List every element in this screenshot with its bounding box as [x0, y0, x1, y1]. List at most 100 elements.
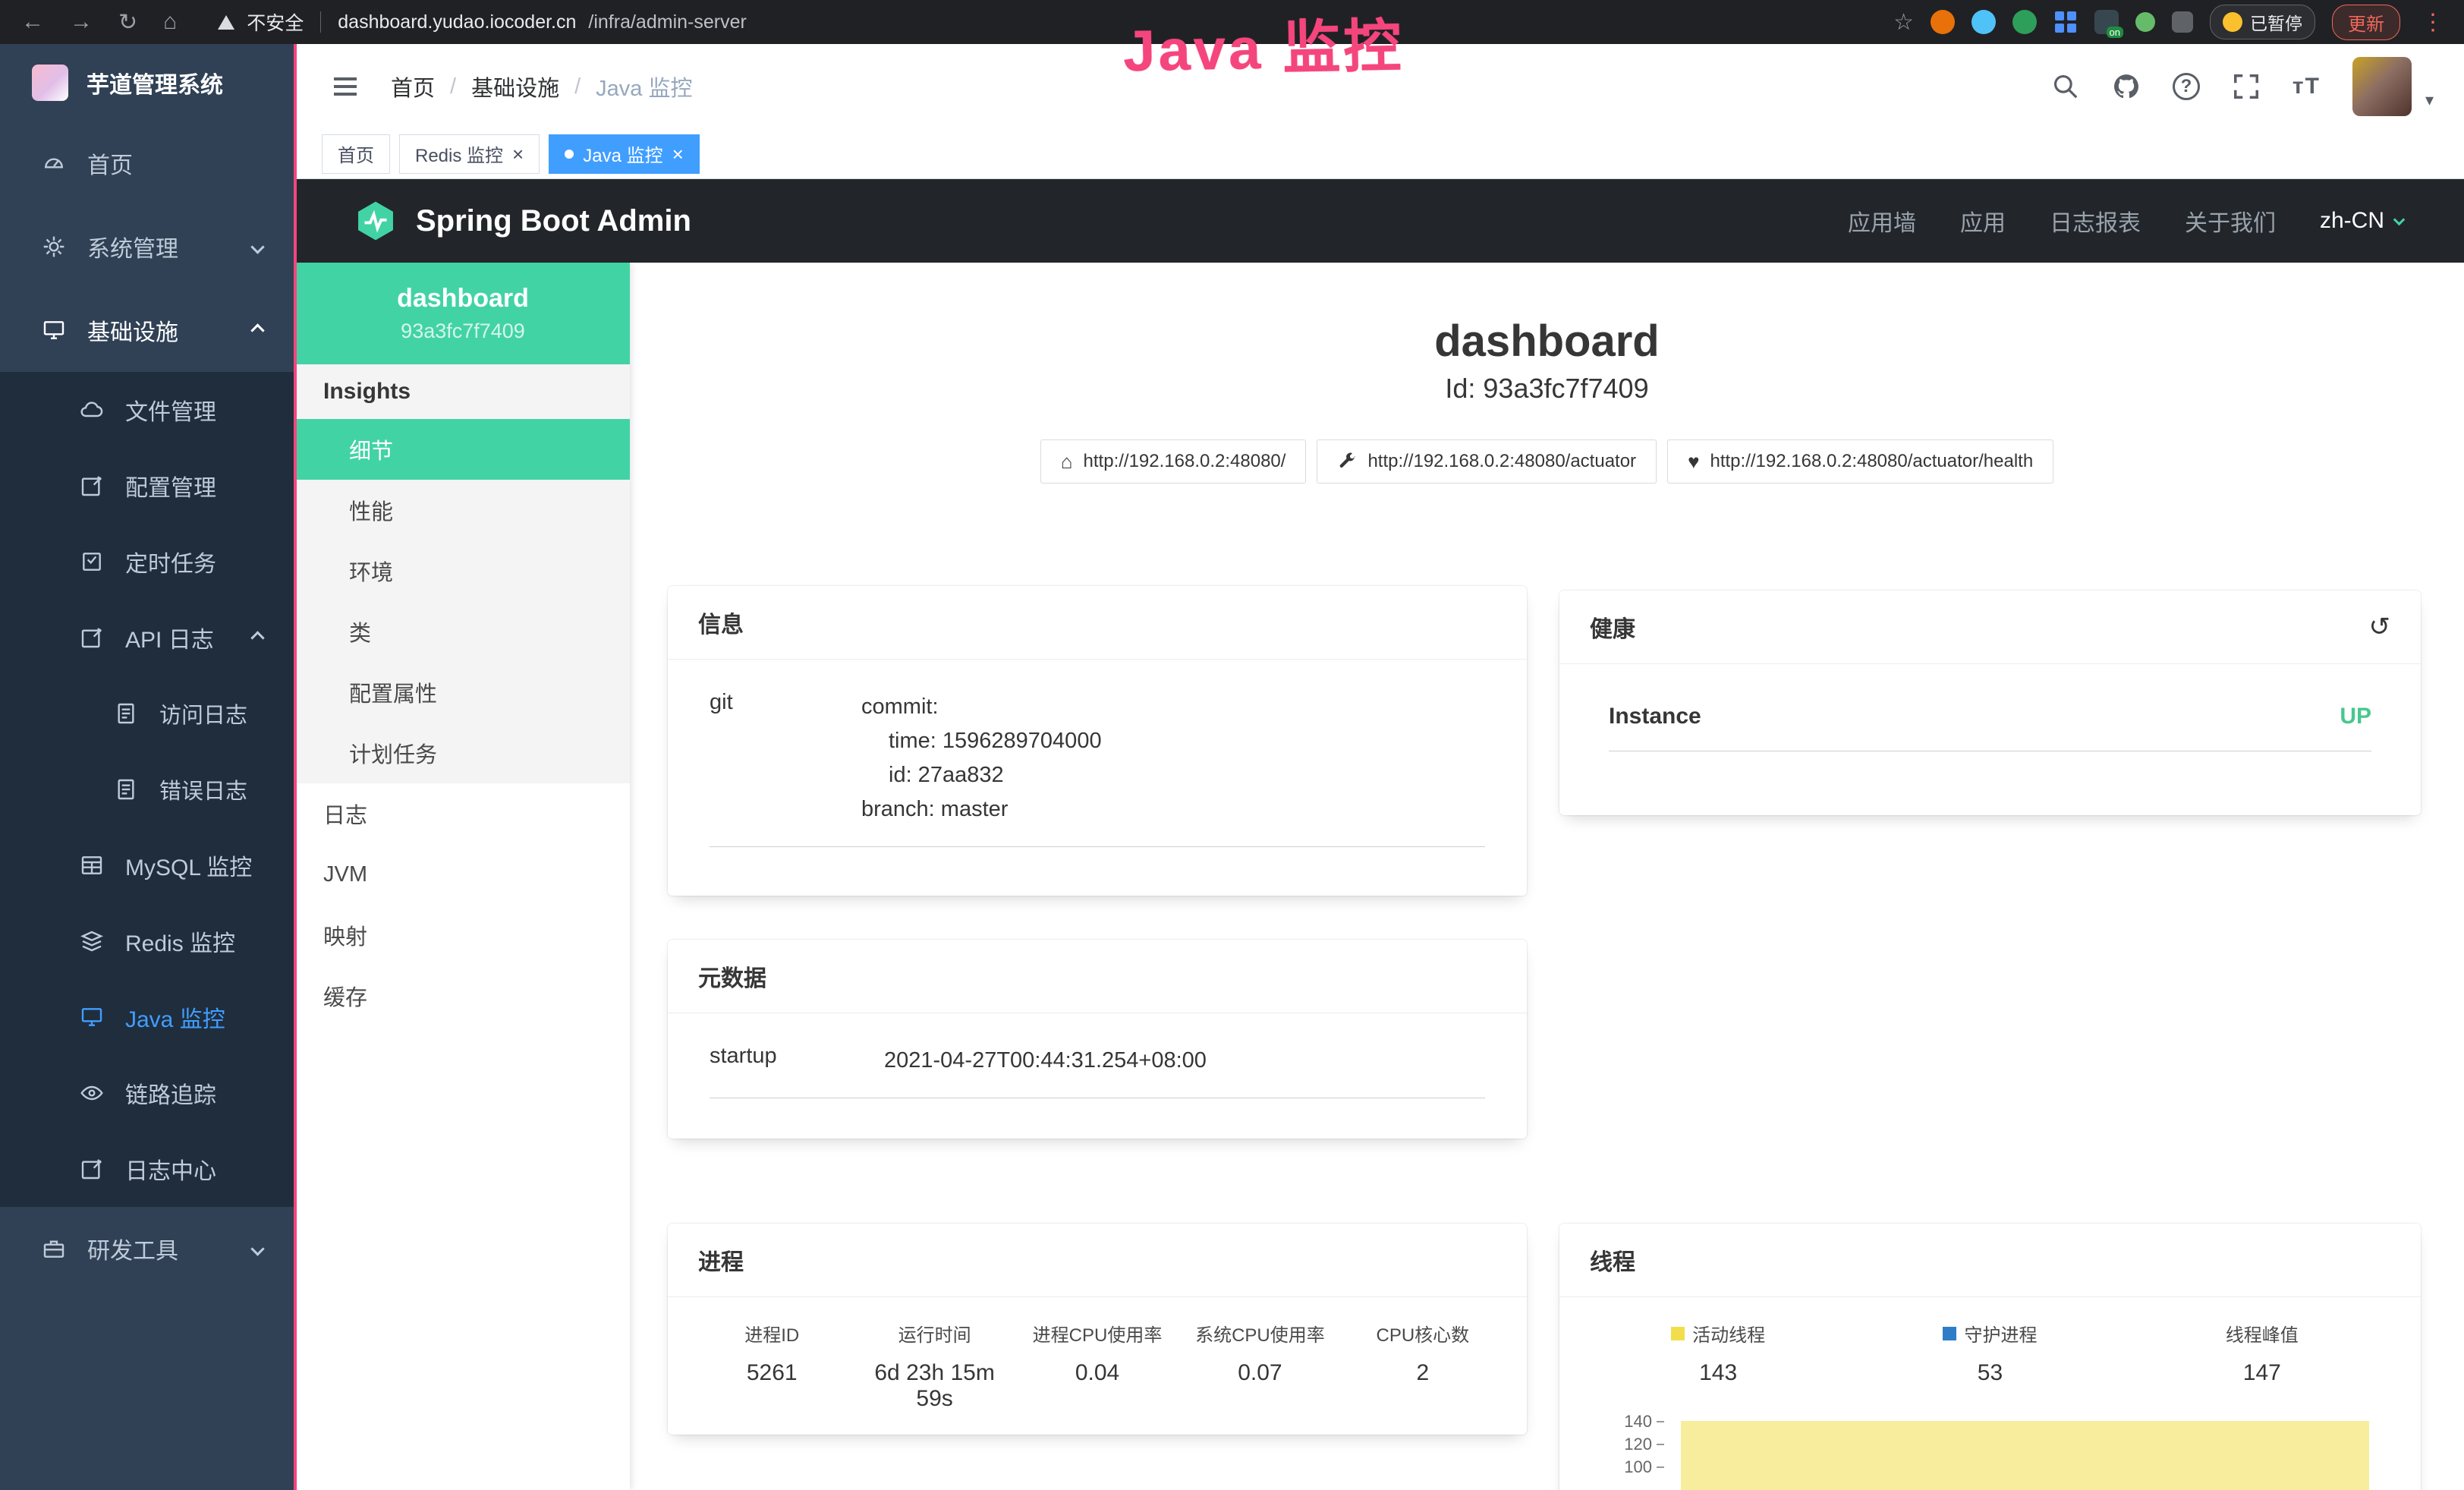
hamburger-icon[interactable] [330, 71, 360, 102]
help-glyph: ? [2181, 76, 2192, 97]
breadcrumb: 首页 / 基础设施 / Java 监控 [391, 71, 692, 102]
sba-item-classes[interactable]: 类 [296, 601, 630, 662]
sba-locale-select[interactable]: zh-CN [2320, 208, 2403, 234]
edit-icon [80, 474, 104, 498]
tab-java[interactable]: Java 监控 × [549, 134, 700, 174]
sba-item-label: 计划任务 [349, 737, 437, 769]
actuator-url-link[interactable]: http://192.168.0.2:48080/actuator [1317, 439, 1657, 484]
sidebar-item-system[interactable]: 系统管理 [0, 205, 296, 288]
card-title: 进程 [698, 1243, 744, 1277]
browser-home-icon[interactable]: ⌂ [163, 9, 177, 35]
sba-instance-block[interactable]: dashboard 93a3fc7f7409 [296, 263, 630, 364]
instance-name: dashboard [397, 284, 529, 313]
health-instance-row[interactable]: Instance UP [1609, 704, 2371, 751]
search-icon[interactable] [2051, 72, 2080, 101]
health-url-link[interactable]: ♥ http://192.168.0.2:48080/actuator/heal… [1667, 439, 2053, 484]
sba-item-metrics[interactable]: 性能 [296, 480, 630, 540]
sidebar-item-redis[interactable]: Redis 监控 [0, 903, 296, 979]
sba-item-mappings[interactable]: 映射 [296, 905, 630, 966]
address-bar[interactable]: 不安全 dashboard.yudao.iocoder.cn/infra/adm… [218, 8, 747, 36]
security-warning-icon [218, 15, 234, 30]
process-col-uptime: 运行时间 6d 23h 15m 59s [853, 1320, 1015, 1412]
sidebar-item-devtools[interactable]: 研发工具 [0, 1207, 296, 1290]
sba-brand-title[interactable]: Spring Boot Admin [416, 204, 691, 238]
browser-back-icon[interactable]: ← [21, 9, 44, 35]
sba-item-label: 缓存 [323, 980, 367, 1012]
sba-item-details[interactable]: 细节 [296, 419, 630, 480]
sidebar-item-label: 链路追踪 [125, 1076, 216, 1110]
health-card: 健康 ↺ Instance UP [1559, 591, 2421, 815]
tab-label: 首页 [338, 140, 374, 167]
extension-icon-on-switch[interactable]: on [2094, 10, 2119, 34]
extension-icon-green-circle[interactable] [2012, 10, 2037, 34]
doc-icon [114, 777, 138, 802]
threads-col-live: 活动线程 143 [1582, 1320, 1854, 1386]
extensions-puzzle-icon[interactable] [2172, 11, 2193, 33]
log-edit-icon [80, 625, 104, 650]
help-icon[interactable]: ? [2173, 73, 2200, 100]
avatar-caret-icon[interactable]: ▾ [2425, 90, 2434, 116]
legend-label: 活动线程 [1692, 1320, 1765, 1347]
sba-item-configprops[interactable]: 配置属性 [296, 662, 630, 723]
extension-icon-drop[interactable] [1972, 10, 1996, 34]
sidebar-item-file[interactable]: 文件管理 [0, 372, 296, 448]
sba-item-caches[interactable]: 缓存 [296, 966, 630, 1026]
sidebar-item-access-log[interactable]: 访问日志 [0, 676, 296, 751]
sidebar-item-job[interactable]: 定时任务 [0, 524, 296, 600]
tab-close-icon[interactable]: × [672, 144, 684, 164]
sba-item-logs[interactable]: 日志 [296, 783, 630, 844]
github-icon[interactable] [2112, 72, 2141, 101]
bookmark-star-icon[interactable]: ☆ [1893, 9, 1914, 36]
service-url-link[interactable]: ⌂ http://192.168.0.2:48080/ [1040, 439, 1307, 484]
breadcrumb-item[interactable]: 基础设施 [471, 71, 559, 102]
browser-forward-icon[interactable]: → [70, 9, 93, 35]
fullscreen-icon[interactable] [2232, 72, 2261, 101]
sidebar-item-java[interactable]: Java 监控 [0, 979, 296, 1055]
sidebar-item-error-log[interactable]: 错误日志 [0, 751, 296, 827]
sba-nav-about[interactable]: 关于我们 [2185, 204, 2276, 238]
breadcrumb-item[interactable]: 首页 [391, 71, 435, 102]
extension-icon-grid[interactable] [2053, 10, 2078, 34]
doc-icon [114, 701, 138, 726]
sba-nav-journal[interactable]: 日志报表 [2050, 204, 2141, 238]
col-value: 0.04 [1016, 1360, 1179, 1386]
paused-extension-chip[interactable]: 已暂停 [2210, 5, 2315, 39]
card-title: 健康 [1590, 610, 1635, 644]
metadata-card: 元数据 startup 2021-04-27T00:44:31.254+08:0… [668, 940, 1527, 1139]
tab-home[interactable]: 首页 [322, 134, 390, 174]
extension-icon-leaf[interactable] [2135, 12, 2155, 32]
tab-redis[interactable]: Redis 监控 × [399, 134, 540, 174]
sidebar-item-trace[interactable]: 链路追踪 [0, 1055, 296, 1131]
chrome-update-button[interactable]: 更新 [2332, 5, 2400, 40]
font-size-icon[interactable]: тT [2292, 74, 2321, 99]
tab-close-icon[interactable]: × [512, 144, 524, 164]
sba-nav-applications[interactable]: 应用 [1960, 204, 2006, 238]
link-text: http://192.168.0.2:48080/actuator [1367, 451, 1636, 472]
extension-icon-orange[interactable] [1931, 10, 1955, 34]
sidebar-item-mysql[interactable]: MySQL 监控 [0, 827, 296, 903]
locale-value: zh-CN [2320, 208, 2384, 234]
sba-item-jvm[interactable]: JVM [296, 844, 630, 905]
browser-refresh-icon[interactable]: ↻ [118, 9, 137, 36]
sidebar-item-config[interactable]: 配置管理 [0, 448, 296, 524]
sba-nav-wallboard[interactable]: 应用墙 [1848, 204, 1916, 238]
sidebar-item-log-center[interactable]: 日志中心 [0, 1131, 296, 1207]
sba-logo-icon [354, 199, 398, 243]
smiley-icon [2223, 12, 2242, 32]
instance-subtitle: Id: 93a3fc7f7409 [630, 373, 2464, 405]
sidebar-item-api-log[interactable]: API 日志 [0, 600, 296, 676]
info-values: commit: time: 1596289704000 id: 27aa832 … [861, 690, 1102, 827]
sba-content: dashboard Id: 93a3fc7f7409 ⌂ http://192.… [630, 263, 2464, 1490]
sidebar-item-infra[interactable]: 基础设施 [0, 288, 296, 372]
sba-item-scheduled[interactable]: 计划任务 [296, 723, 630, 783]
sidebar-item-label: 文件管理 [125, 393, 216, 427]
sidebar-item-home[interactable]: 首页 [0, 121, 296, 205]
browser-menu-icon[interactable]: ⋮ [2417, 9, 2449, 36]
sba-item-env[interactable]: 环境 [296, 540, 630, 601]
tab-label: Java 监控 [583, 140, 662, 167]
chevron-down-icon [2393, 213, 2406, 225]
history-icon[interactable]: ↺ [2369, 612, 2391, 642]
metadata-key: startup [710, 1044, 884, 1078]
user-avatar[interactable] [2352, 57, 2412, 116]
sidebar-logo[interactable]: 芋道管理系统 [0, 44, 296, 121]
